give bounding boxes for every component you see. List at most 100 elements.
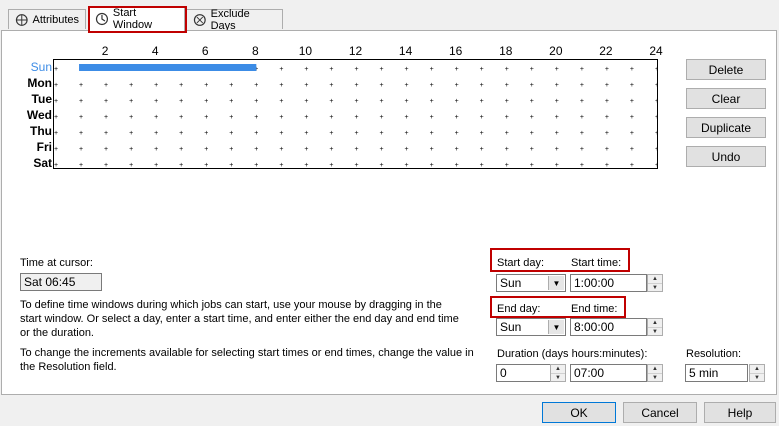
grid-tick: + [480, 82, 484, 89]
spin-up-icon[interactable]: ▲ [750, 365, 764, 373]
hour-label: 4 [151, 44, 159, 58]
day-label-tue[interactable]: Tue [22, 91, 52, 107]
hour-label: 24 [649, 44, 663, 58]
tab-attributes[interactable]: Attributes [8, 9, 86, 29]
hour-label: 12 [348, 44, 363, 58]
start-time-spinner[interactable]: ▲ ▼ [647, 274, 663, 292]
grid-tick: + [354, 146, 358, 153]
start-window-icon [95, 12, 109, 26]
grid-tick: + [480, 66, 484, 73]
grid-tick: + [555, 162, 559, 169]
spin-down-icon[interactable]: ▼ [648, 283, 662, 291]
start-window-bar[interactable] [79, 64, 257, 71]
grid-tick: + [430, 98, 434, 105]
duplicate-button[interactable]: Duplicate [686, 117, 766, 138]
grid-tick: + [354, 114, 358, 121]
hour-label: 2 [101, 44, 109, 58]
grid-tick: + [229, 82, 233, 89]
grid-tick: + [104, 130, 108, 137]
chevron-down-icon[interactable]: ▼ [548, 276, 564, 290]
grid-tick: + [129, 130, 133, 137]
grid-tick: + [405, 82, 409, 89]
chevron-down-icon[interactable]: ▼ [548, 320, 564, 334]
grid-tick: + [480, 114, 484, 121]
grid-tick: + [354, 162, 358, 169]
spin-down-icon[interactable]: ▼ [750, 373, 764, 381]
grid-tick: + [254, 146, 258, 153]
grid-tick: + [655, 98, 658, 105]
grid-tick: + [204, 82, 208, 89]
hour-label: 10 [298, 44, 313, 58]
tab-start-window[interactable]: Start Window [88, 6, 185, 31]
duration-days-input[interactable]: 0 [496, 364, 551, 382]
end-time-input[interactable]: 8:00:00 [570, 318, 647, 336]
spin-up-icon[interactable]: ▲ [648, 275, 662, 283]
help-button[interactable]: Help [704, 402, 776, 423]
tab-strip: Attributes Start Window Exclude Days [0, 0, 779, 33]
grid-tick: + [279, 162, 283, 169]
grid-tick: + [179, 130, 183, 137]
start-day-label: Start day: [497, 257, 545, 269]
grid-tick: + [79, 98, 83, 105]
attributes-icon [15, 13, 28, 26]
day-label-thu[interactable]: Thu [22, 123, 52, 139]
grid-tick: + [129, 114, 133, 121]
clear-button[interactable]: Clear [686, 88, 766, 109]
grid-tick: + [229, 130, 233, 137]
start-window-grid[interactable]: + + + + + + + + + + + + + + + + + + + + + + + + + + + + + + + + + + + + + + + +… [53, 59, 658, 169]
grid-tick: + [630, 98, 634, 105]
time-at-cursor-value: Sat 06:45 [24, 275, 76, 289]
grid-tick: + [379, 146, 383, 153]
grid-tick: + [304, 98, 308, 105]
grid-tick: + [405, 162, 409, 169]
grid-tick: + [279, 66, 283, 73]
grid-tick: + [104, 82, 108, 89]
day-label-sat[interactable]: Sat [22, 155, 52, 171]
spin-up-icon[interactable]: ▲ [648, 319, 662, 327]
spin-down-icon[interactable]: ▼ [648, 373, 662, 381]
delete-button[interactable]: Delete [686, 59, 766, 80]
tab-label: Exclude Days [210, 7, 250, 32]
grid-tick: + [555, 114, 559, 121]
day-label-mon[interactable]: Mon [22, 75, 52, 91]
grid-tick: + [405, 114, 409, 121]
grid-tick: + [129, 98, 133, 105]
grid-tick: + [54, 146, 58, 153]
start-time-input[interactable]: 1:00:00 [570, 274, 647, 292]
day-label-sun[interactable]: Sun [22, 59, 52, 75]
start-day-value: Sun [500, 276, 522, 290]
start-day-select[interactable]: Sun ▼ [496, 274, 566, 292]
grid-tick: + [304, 82, 308, 89]
resolution-input[interactable]: 5 min [685, 364, 748, 382]
grid-tick: + [254, 130, 258, 137]
grid-tick: + [79, 162, 83, 169]
undo-button[interactable]: Undo [686, 146, 766, 167]
resolution-spinner[interactable]: ▲ ▼ [749, 364, 765, 382]
duration-time-spinner[interactable]: ▲ ▼ [647, 364, 663, 382]
duration-time-input[interactable]: 07:00 [570, 364, 647, 382]
spin-up-icon[interactable]: ▲ [551, 365, 565, 373]
tab-exclude-days[interactable]: Exclude Days [186, 7, 283, 32]
grid-tick: + [104, 146, 108, 153]
duration-days-spinner[interactable]: ▲ ▼ [550, 364, 566, 382]
grid-tick: + [580, 66, 584, 73]
spin-up-icon[interactable]: ▲ [648, 365, 662, 373]
grid-tick: + [129, 162, 133, 169]
end-day-select[interactable]: Sun ▼ [496, 318, 566, 336]
spin-down-icon[interactable]: ▼ [648, 327, 662, 335]
grid-tick: + [530, 130, 534, 137]
grid-tick: + [505, 98, 509, 105]
grid-tick: + [605, 162, 609, 169]
resolution-label: Resolution: [686, 348, 742, 360]
day-label-fri[interactable]: Fri [22, 139, 52, 155]
end-time-spinner[interactable]: ▲ ▼ [647, 318, 663, 336]
grid-tick: + [379, 66, 383, 73]
spin-down-icon[interactable]: ▼ [551, 373, 565, 381]
grid-tick: + [480, 146, 484, 153]
ok-button[interactable]: OK [542, 402, 616, 423]
grid-tick: + [555, 66, 559, 73]
grid-tick: + [204, 146, 208, 153]
cancel-button[interactable]: Cancel [623, 402, 697, 423]
grid-tick: + [104, 162, 108, 169]
day-label-wed[interactable]: Wed [22, 107, 52, 123]
